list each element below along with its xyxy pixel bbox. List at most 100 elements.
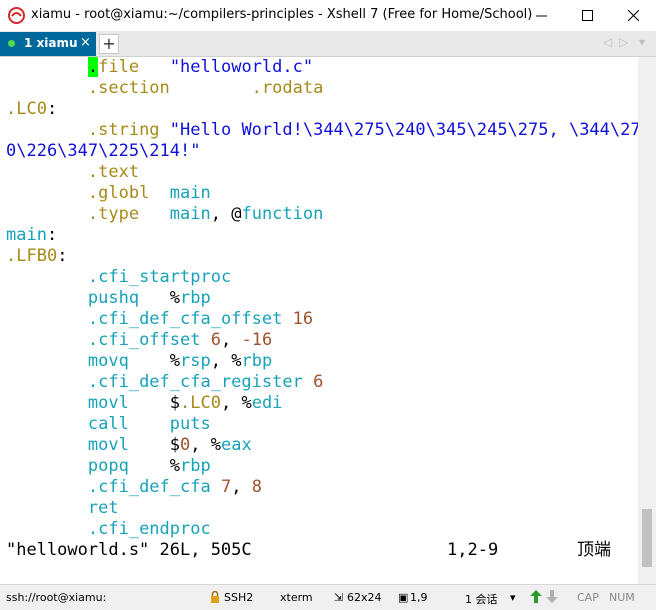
terminal-text-segment: % [139,288,181,308]
terminal-text-segment: .cfi_def_cfa [87,477,211,497]
terminal-line: .LFB0: [6,246,67,267]
terminal-line: .cfi_endproc [6,519,211,540]
terminal-text-segment: movl [87,435,129,455]
connection-address: ssh://root@xiamu: [6,591,107,604]
sessions-dropdown-icon[interactable]: ▾ [510,591,516,604]
terminal-size-label: 62x24 [347,591,382,604]
protocol-label: SSH2 [224,591,254,604]
terminal-screen[interactable]: "helloworld.s" 26L, 505C 1,2-9 顶端 .file … [0,57,638,584]
terminal-line: .cfi_def_cfa 7, 8 [6,477,262,498]
maximize-button[interactable] [564,0,610,31]
terminal-text-segment: $ [128,435,181,455]
terminal-text-segment: "helloworld.c" [169,57,314,77]
tab-menu-icon[interactable]: ▾ [639,35,645,49]
terminal-text-segment: .section [87,78,170,98]
terminal-text-segment: .string [87,120,160,140]
terminal-text-segment: function [241,204,324,224]
terminal-text-segment: , % [220,393,252,413]
terminal-type-label: xterm [280,591,313,604]
minimize-button[interactable] [518,0,564,31]
terminal-line: call puts [6,414,211,435]
upload-arrow-icon [530,590,542,603]
download-arrow-icon [546,590,558,603]
close-button[interactable] [610,0,656,31]
terminal-text-segment: movq [87,351,129,371]
terminal-text-segment: .text [87,162,140,182]
terminal-text-segment: -16 [241,330,273,350]
terminal-line: .cfi_def_cfa_register 6 [6,372,323,393]
terminal-scrollbar[interactable] [638,57,656,584]
terminal-text-segment: : [46,99,58,119]
tab-next-icon[interactable]: ▷ [619,35,628,49]
close-icon [627,10,639,21]
terminal-line: 0\226\347\225\214!" [6,141,200,162]
vim-status-file-info: "helloworld.s" 26L, 505C [6,540,252,560]
terminal-text-segment: rbp [241,351,273,371]
terminal-text-segment: main [169,204,211,224]
tab-bar: 1 xiamu × + ◁ ▷ ▾ [0,31,656,57]
tab-prev-icon[interactable]: ◁ [603,35,612,49]
terminal-text-segment: % [128,351,181,371]
tab-label: 1 xiamu [24,36,78,50]
terminal-line: .LC0: [6,99,57,120]
terminal-text-segment: rbp [180,288,211,308]
lock-icon [211,591,219,603]
terminal-text-segment: .rodata [251,78,324,98]
terminal-line: .string "Hello World!\344\275\240\345\24… [6,120,638,141]
terminal-text-segment: 16 [292,309,314,329]
minimize-icon [535,15,547,17]
terminal-line: movl $.LC0, %edi [6,393,283,414]
terminal-text-segment: .cfi_def_cfa_offset [87,309,283,329]
terminal-text-segment: .cfi_def_cfa_register [87,372,303,392]
terminal-text-segment: pushq [87,288,140,308]
terminal-text-segment: .LC0 [6,99,47,119]
terminal-text-segment: 7 [220,477,232,497]
terminal-text-segment: 0 [180,435,191,455]
resize-icon: ⇲ [334,591,344,604]
terminal-line: .file "helloworld.c" [6,57,313,78]
terminal-text-segment: edi [251,393,283,413]
terminal-line: .section .rodata [6,78,323,99]
terminal-line: .cfi_startproc [6,267,231,288]
terminal-text-segment: .globl [87,183,150,203]
terminal-line: .cfi_def_cfa_offset 16 [6,309,313,330]
terminal-text-segment: : [46,225,58,245]
maximize-icon [581,10,593,21]
new-tab-button[interactable]: + [99,34,119,54]
tab-close-icon[interactable]: × [80,35,91,50]
terminal-text-segment: .LFB0 [6,246,58,266]
terminal-line: .text [6,162,139,183]
tab-session-1[interactable]: 1 xiamu × [0,32,96,56]
terminal-text-segment: 6 [313,372,324,392]
terminal-text-segment: .cfi_startproc [87,267,232,287]
terminal-text-segment: puts [169,414,211,434]
terminal-text-segment: main [6,225,47,245]
terminal-line: .cfi_offset 6, -16 [6,330,272,351]
title-bar: xiamu - root@xiamu:~/compilers-principle… [0,0,656,31]
terminal-line: .type main, @function [6,204,323,225]
terminal-text-segment: .LC0 [180,393,221,413]
terminal-line: pushq %rbp [6,288,211,309]
scrollbar-thumb[interactable] [642,509,652,567]
terminal-text-segment: .cfi_endproc [87,519,211,539]
terminal-line: .globl main [6,183,211,204]
terminal-text-segment: 8 [251,477,262,497]
terminal-text-segment: $ [128,393,181,413]
terminal-line: ret [6,498,119,519]
terminal-line: movq %rsp, %rbp [6,351,272,372]
